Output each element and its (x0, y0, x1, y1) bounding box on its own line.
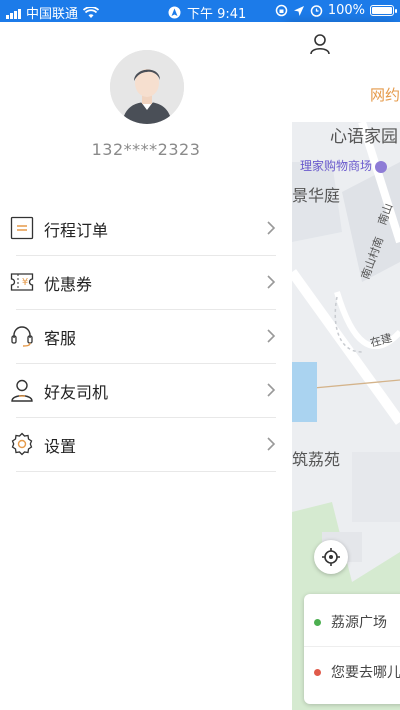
location-service-icon (168, 6, 181, 19)
menu-item-settings[interactable]: 设置 (11, 418, 276, 472)
coupon-icon: ¥ (10, 273, 34, 291)
map-poi[interactable]: 理家购物商场 (300, 157, 388, 174)
battery-icon (370, 5, 397, 16)
avatar[interactable] (110, 50, 184, 124)
carrier-name: 中国联通 (26, 7, 79, 22)
menu-label: 好友司机 (44, 382, 109, 402)
map-header: 网约 (292, 22, 400, 122)
rotation-lock-icon (275, 4, 288, 17)
chevron-right-icon (267, 275, 276, 289)
tab-ride-hailing[interactable]: 网约 (370, 84, 400, 105)
drawer-menu: 行程订单 ¥ 优惠券 客服 好友司机 设置 (0, 202, 292, 472)
map-label-place2: 景华庭 (292, 186, 341, 205)
menu-label: 行程订单 (44, 220, 109, 240)
status-time: 下午 9:41 (187, 7, 247, 22)
user-icon[interactable] (308, 32, 332, 56)
menu-item-coupons[interactable]: ¥ 优惠券 (10, 256, 276, 310)
menu-item-friend-driver[interactable]: 好友司机 (11, 364, 276, 418)
shopping-icon (375, 160, 388, 173)
menu-label: 客服 (44, 328, 77, 348)
signal-icon (6, 7, 21, 19)
pickup-field[interactable]: 荔源广场 (314, 612, 387, 632)
wifi-icon (83, 6, 100, 18)
map-panel: 网约 心语家园 理家购物商场 景华庭 南山 南山村南 在建 筑荔苑 荔源广场 您… (292, 22, 400, 710)
menu-item-orders[interactable]: 行程订单 (10, 202, 276, 256)
start-dot (314, 618, 321, 626)
status-bar: 中国联通 下午 9:41 100% (0, 0, 400, 22)
alarm-icon (310, 5, 323, 17)
menu-label: 优惠券 (44, 274, 93, 294)
chevron-right-icon (267, 329, 276, 343)
destination-field[interactable]: 您要去哪儿 (314, 662, 400, 682)
avatar-icon (110, 50, 184, 124)
trip-card: 荔源广场 您要去哪儿 (304, 594, 400, 704)
chevron-right-icon (267, 383, 276, 397)
map-label-place1: 心语家园 (330, 127, 398, 147)
chevron-right-icon (267, 221, 276, 235)
map-label-place3: 筑荔苑 (292, 450, 341, 469)
phone-number: 132****2323 (91, 140, 201, 159)
battery-percent: 100% (327, 3, 365, 18)
menu-item-customer-service[interactable]: 客服 (11, 310, 276, 364)
chevron-right-icon (267, 437, 276, 451)
menu-label: 设置 (44, 436, 77, 456)
end-dot (314, 668, 321, 676)
headset-icon (11, 326, 33, 347)
crosshair-icon (322, 548, 340, 566)
gear-icon (11, 432, 33, 456)
location-arrow-icon (293, 5, 304, 16)
order-list-icon (10, 216, 34, 240)
side-drawer: 132****2323 行程订单 ¥ 优惠券 客服 好友司机 设置 (0, 22, 292, 710)
svg-text:¥: ¥ (22, 277, 28, 288)
locate-button[interactable] (314, 540, 348, 574)
driver-icon (11, 379, 33, 402)
